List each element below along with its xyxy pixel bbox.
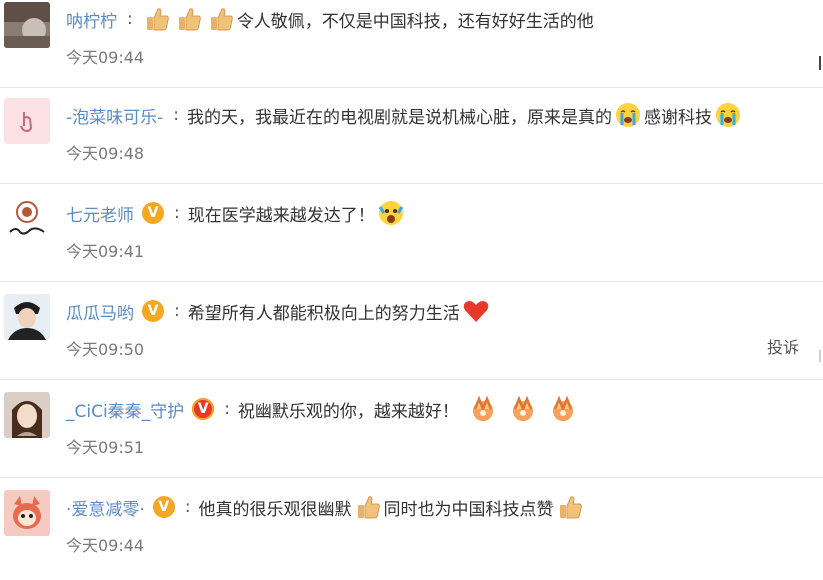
comment-item: 七元老师 V : 现在医学越来越发达了！ 今天09:41	[0, 186, 823, 282]
verified-badge-icon: V	[142, 202, 164, 224]
timestamp: 今天09:50	[66, 340, 145, 359]
thumbs-up-icon	[143, 5, 171, 33]
red-heart-icon	[462, 297, 490, 325]
edge-marker	[819, 350, 821, 362]
clapping-hands-icon	[469, 395, 497, 423]
avatar[interactable]	[4, 196, 50, 242]
clapping-hands-icon	[509, 395, 537, 423]
avatar[interactable]	[4, 2, 50, 48]
separator: :	[184, 497, 191, 517]
timestamp: 今天09:41	[66, 242, 145, 261]
comment-item: ·爱意减零· V : 他真的很乐观很幽默 同时也为中国科技点赞 今天09:44	[0, 480, 823, 576]
shocked-face-icon	[377, 199, 405, 227]
username-link[interactable]: 瓜瓜马哟	[66, 299, 134, 324]
verified-badge-icon: V	[152, 496, 175, 518]
verified-badge-icon: V	[142, 300, 164, 322]
comment-item: 瓜瓜马哟 V : 希望所有人都能积极向上的努力生活 今天09:50 投诉	[0, 284, 823, 380]
comment-item: -泡菜味可乐- : 我的天，我最近在的电视剧就是说机械心脏，原来是真的 感谢科技…	[0, 88, 823, 184]
separator: :	[127, 9, 133, 29]
comment-item: _CiCi秦秦_守护 V : 祝幽默乐观的你，越来越好！ 今天09:51	[0, 382, 823, 478]
crying-face-icon	[614, 101, 642, 129]
avatar[interactable]	[4, 490, 50, 536]
edge-marker	[819, 56, 821, 70]
separator: :	[224, 399, 230, 419]
username-link[interactable]: _CiCi秦秦_守护	[66, 397, 184, 422]
comment-feed: 呐柠柠 : 令人敬佩，不仅是中国科技，还有好好生活的他 今天09:44 -泡菜味…	[0, 0, 823, 580]
avatar[interactable]	[4, 392, 50, 438]
thumbs-up-icon	[207, 5, 235, 33]
timestamp: 今天09:51	[66, 438, 145, 457]
separator: :	[174, 301, 180, 321]
comment-text-2: 同时也为中国科技点赞	[383, 499, 554, 520]
timestamp: 今天09:48	[66, 144, 145, 163]
username-link[interactable]: -泡菜味可乐-	[66, 103, 163, 128]
comment-text: 他真的很乐观很幽默	[198, 499, 352, 520]
separator: :	[174, 203, 180, 223]
timestamp: 今天09:44	[66, 536, 145, 555]
comment-item: 呐柠柠 : 令人敬佩，不仅是中国科技，还有好好生活的他 今天09:44	[0, 0, 823, 88]
username-link[interactable]: 七元老师	[66, 201, 134, 226]
thumbs-up-icon	[556, 493, 584, 521]
report-button[interactable]: 投诉	[767, 334, 799, 358]
avatar[interactable]	[4, 98, 50, 144]
comment-text: 令人敬佩，不仅是中国科技，还有好好生活的他	[236, 11, 594, 32]
thumbs-up-icon	[354, 493, 382, 521]
crying-face-icon	[714, 101, 742, 129]
comment-text: 祝幽默乐观的你，越来越好！	[237, 401, 459, 422]
timestamp: 今天09:44	[66, 48, 145, 67]
comment-text: 现在医学越来越发达了！	[187, 205, 375, 226]
verified-badge-icon: V	[192, 398, 215, 420]
avatar[interactable]	[4, 294, 50, 340]
username-link[interactable]: 呐柠柠	[66, 7, 117, 32]
comment-text: 我的天，我最近在的电视剧就是说机械心脏，原来是真的	[187, 107, 613, 128]
comment-text: 希望所有人都能积极向上的努力生活	[187, 303, 460, 324]
separator: :	[173, 105, 180, 125]
comment-text-2: 感谢科技	[644, 107, 713, 128]
username-link[interactable]: ·爱意减零·	[66, 495, 145, 520]
thumbs-up-icon	[175, 5, 203, 33]
clapping-hands-icon	[549, 395, 577, 423]
